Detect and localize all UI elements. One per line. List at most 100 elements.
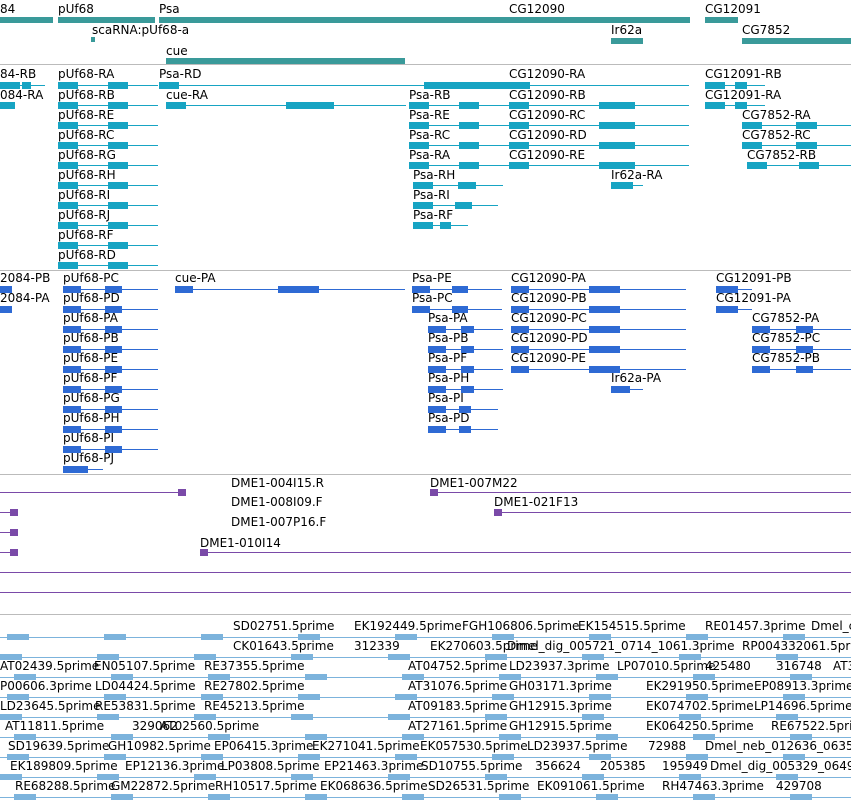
est-block[interactable] bbox=[194, 654, 216, 660]
cds-label[interactable]: Psa-PE bbox=[412, 272, 452, 285]
est-block[interactable] bbox=[783, 754, 805, 760]
est-label[interactable]: EP21463.3prime bbox=[324, 760, 423, 773]
cds-label[interactable]: CG7852-PB bbox=[752, 352, 820, 365]
est-block[interactable] bbox=[298, 694, 320, 700]
exon-block[interactable] bbox=[159, 82, 179, 89]
exon-block[interactable] bbox=[589, 366, 620, 373]
est-block[interactable] bbox=[97, 774, 119, 780]
exon-block[interactable] bbox=[752, 346, 770, 353]
exon-block[interactable] bbox=[105, 386, 122, 393]
exon-block[interactable] bbox=[58, 162, 78, 169]
est-block[interactable] bbox=[679, 774, 701, 780]
exon-block[interactable] bbox=[63, 426, 81, 433]
est-block[interactable] bbox=[402, 734, 424, 740]
exon-block[interactable] bbox=[412, 286, 430, 293]
est-block[interactable] bbox=[596, 734, 618, 740]
exon-block[interactable] bbox=[742, 142, 762, 149]
exon-block[interactable] bbox=[63, 306, 81, 313]
est-block[interactable] bbox=[492, 754, 514, 760]
est-block[interactable] bbox=[582, 774, 604, 780]
est-label[interactable]: AT11811.5prime bbox=[5, 720, 104, 733]
exon-block[interactable] bbox=[63, 346, 81, 353]
est-label[interactable]: Dmel_neb_012636_0635 bbox=[705, 740, 851, 753]
exon-block[interactable] bbox=[409, 102, 429, 109]
exon-block[interactable] bbox=[58, 242, 78, 249]
cds-label[interactable]: pUf68-PJ bbox=[63, 452, 114, 465]
exon-block[interactable] bbox=[63, 466, 81, 473]
est-block[interactable] bbox=[485, 774, 507, 780]
gene-glyph[interactable] bbox=[705, 17, 738, 23]
exon-block[interactable] bbox=[409, 142, 429, 149]
clone-label[interactable]: DME1-010I14 bbox=[200, 537, 281, 550]
exon-block[interactable] bbox=[458, 182, 476, 189]
gene-label-84[interactable]: 84 bbox=[0, 3, 15, 16]
gene-label-puf68[interactable]: pUf68 bbox=[58, 3, 94, 16]
cds-label[interactable]: pUf68-PD bbox=[63, 292, 120, 305]
est-label[interactable]: EK074702.5prime bbox=[646, 700, 754, 713]
exon-block[interactable] bbox=[705, 102, 725, 109]
est-label[interactable]: AT31076.5prime bbox=[408, 680, 507, 693]
exon-block[interactable] bbox=[22, 82, 31, 89]
exon-block[interactable] bbox=[105, 306, 122, 313]
est-label[interactable]: EN05107.5prime bbox=[94, 660, 195, 673]
cds-label[interactable]: cue-PA bbox=[175, 272, 216, 285]
est-block[interactable] bbox=[0, 714, 22, 720]
exon-block[interactable] bbox=[509, 122, 529, 129]
exon-block[interactable] bbox=[511, 286, 529, 293]
clone-end[interactable] bbox=[10, 529, 18, 536]
est-label[interactable]: 72988 bbox=[648, 740, 686, 753]
exon-block[interactable] bbox=[459, 142, 479, 149]
est-label[interactable]: 316748 bbox=[776, 660, 822, 673]
est-label[interactable]: RE45213.5prime bbox=[204, 700, 305, 713]
transcript-label[interactable]: 84-RB bbox=[0, 68, 36, 81]
est-label[interactable]: AT3 bbox=[833, 660, 851, 673]
transcript-label[interactable]: CG12090-RA bbox=[509, 68, 585, 81]
est-label[interactable]: LD04424.5prime bbox=[95, 680, 196, 693]
exon-block[interactable] bbox=[599, 142, 635, 149]
est-label[interactable]: LD23937.3prime bbox=[509, 660, 610, 673]
est-block[interactable] bbox=[111, 674, 133, 680]
gene-glyph[interactable] bbox=[91, 37, 95, 42]
est-label[interactable]: RE67522.5prime bbox=[771, 720, 851, 733]
exon-block[interactable] bbox=[413, 202, 433, 209]
exon-block[interactable] bbox=[599, 162, 635, 169]
est-label[interactable]: 195949 bbox=[662, 760, 708, 773]
est-block[interactable] bbox=[201, 694, 223, 700]
est-label[interactable]: EP12136.3prime bbox=[125, 760, 224, 773]
est-block[interactable] bbox=[485, 714, 507, 720]
est-block[interactable] bbox=[97, 714, 119, 720]
exon-block[interactable] bbox=[58, 262, 78, 269]
exon-block[interactable] bbox=[108, 182, 128, 189]
est-label[interactable]: RH47463.3prime bbox=[662, 780, 764, 793]
clone-label[interactable]: DME1-007P16.F bbox=[231, 516, 326, 529]
exon-block[interactable] bbox=[459, 122, 479, 129]
est-block[interactable] bbox=[589, 754, 611, 760]
est-label[interactable]: AT02439.5prime bbox=[0, 660, 99, 673]
exon-block[interactable] bbox=[599, 102, 635, 109]
transcript-label[interactable]: pUf68-RA bbox=[58, 68, 114, 81]
est-block[interactable] bbox=[790, 734, 812, 740]
est-block[interactable] bbox=[492, 634, 514, 640]
est-block[interactable] bbox=[14, 734, 36, 740]
exon-block[interactable] bbox=[108, 82, 128, 89]
cds-label[interactable]: CG12090-PB bbox=[511, 292, 587, 305]
exon-block[interactable] bbox=[589, 306, 620, 313]
exon-block[interactable] bbox=[428, 386, 446, 393]
exon-block[interactable] bbox=[752, 366, 770, 373]
exon-block[interactable] bbox=[440, 222, 451, 229]
est-block[interactable] bbox=[693, 734, 715, 740]
est-block[interactable] bbox=[589, 694, 611, 700]
cds-label[interactable]: Psa-PI bbox=[428, 392, 464, 405]
exon-block[interactable] bbox=[589, 326, 620, 333]
est-block[interactable] bbox=[783, 694, 805, 700]
gene-label-cue[interactable]: cue bbox=[166, 45, 188, 58]
transcript-label[interactable]: Ir62a-RA bbox=[611, 169, 663, 182]
clone-end[interactable] bbox=[10, 509, 18, 516]
est-block[interactable] bbox=[298, 634, 320, 640]
est-block[interactable] bbox=[679, 654, 701, 660]
est-label[interactable]: LP07010.5prime bbox=[617, 660, 716, 673]
est-block[interactable] bbox=[305, 674, 327, 680]
est-block[interactable] bbox=[686, 754, 708, 760]
exon-block[interactable] bbox=[278, 286, 319, 293]
gene-label-ir62a[interactable]: Ir62a bbox=[611, 24, 642, 37]
